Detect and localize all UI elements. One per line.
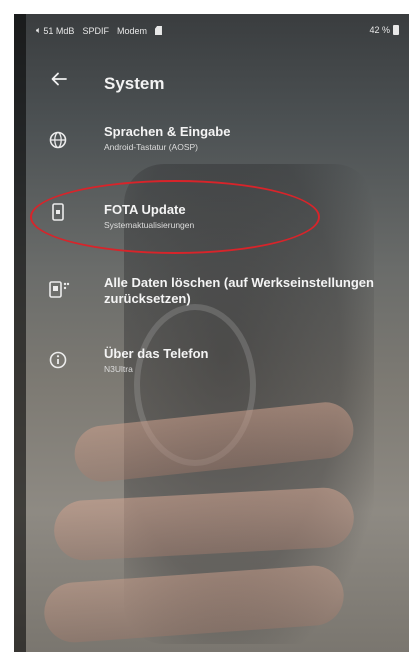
volume-icon: 🔈︎ (36, 25, 42, 35)
system-update-icon (48, 202, 68, 222)
settings-item-subtitle: Systemaktualisierungen (104, 220, 195, 230)
device-screen: 🔈︎ 51 MdB SPDIF Modem 42 % System Sprach… (14, 14, 409, 652)
reset-phone-icon (48, 279, 70, 299)
settings-item-fota-update[interactable]: FOTA Update Systemaktualisierungen (14, 192, 409, 240)
settings-item-about-phone[interactable]: Über das Telefon N3Ultra (14, 342, 409, 390)
status-left: 🔈︎ 51 MdB SPDIF Modem (36, 25, 162, 36)
spdif-label: SPDIF (82, 25, 109, 36)
settings-item-subtitle: N3Ultra (104, 364, 133, 374)
status-bar: 🔈︎ 51 MdB SPDIF Modem 42 % (14, 14, 409, 48)
finger-reflection (42, 563, 346, 645)
settings-item-languages[interactable]: Sprachen & Eingabe Android-Tastatur (AOS… (14, 118, 409, 166)
settings-item-subtitle: Android-Tastatur (AOSP) (104, 142, 199, 152)
settings-item-title: Alle Daten löschen (auf Werkseinstellung… (104, 275, 374, 306)
settings-item-text: Alle Daten löschen (auf Werkseinstellung… (104, 275, 409, 307)
info-icon (48, 350, 68, 370)
settings-item-text: Sprachen & Eingabe Android-Tastatur (AOS… (104, 124, 409, 153)
settings-item-title: FOTA Update (104, 202, 186, 217)
globe-icon (48, 130, 68, 150)
volume-level: 51 MdB (43, 25, 75, 36)
battery-icon (393, 25, 399, 35)
settings-item-factory-reset[interactable]: Alle Daten löschen (auf Werkseinstellung… (14, 269, 409, 321)
status-right: 42 % (369, 25, 399, 35)
screen-edge-shadow (14, 14, 26, 652)
battery-percent: 42 % (369, 25, 390, 35)
finger-reflection (52, 486, 356, 562)
arrow-back-icon[interactable] (50, 70, 68, 88)
mode-label: Modem (116, 25, 147, 36)
sd-card-icon (154, 26, 162, 35)
settings-item-text: FOTA Update Systemaktualisierungen (104, 202, 409, 231)
app-bar: System (14, 60, 409, 100)
settings-item-text: Über das Telefon N3Ultra (104, 346, 409, 375)
page-title: System (104, 74, 165, 93)
settings-item-title: Über das Telefon (104, 346, 209, 361)
finger-reflection (71, 399, 357, 485)
settings-item-title: Sprachen & Eingabe (104, 124, 231, 139)
